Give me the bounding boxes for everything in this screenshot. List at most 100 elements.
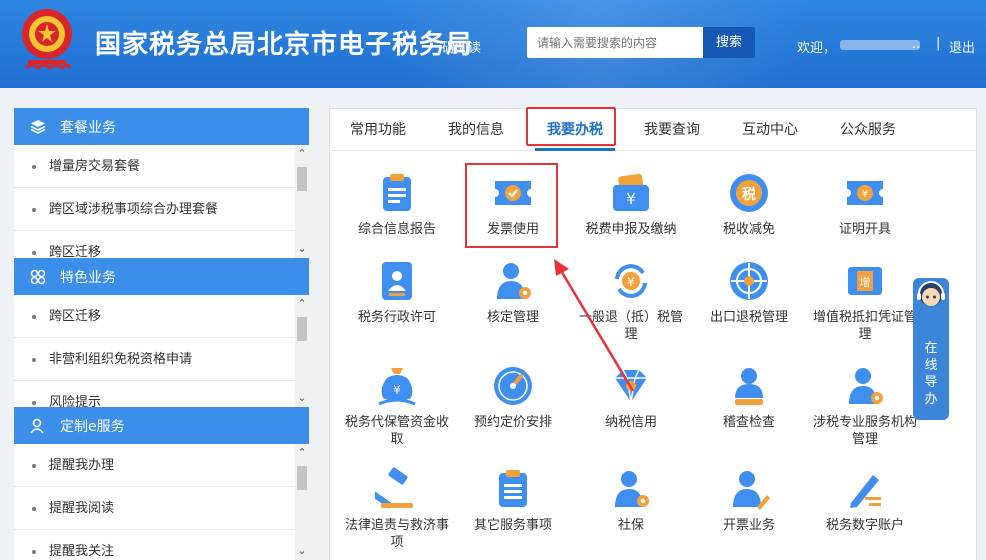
grid-item-label: 税收减免 xyxy=(722,222,775,237)
grid-item-label: 涉税专业服务机构管理 xyxy=(812,415,917,447)
logout-link[interactable]: 退出 xyxy=(949,37,975,56)
grid-item-export-refund[interactable]: 出口退税管理 xyxy=(694,259,804,326)
sidebar-header-label: 定制e服务 xyxy=(60,418,125,435)
yuan-wallet-icon: ¥ xyxy=(613,173,649,211)
search-input[interactable] xyxy=(527,27,703,58)
grid-item-social-security[interactable]: 社保 xyxy=(576,467,686,534)
grid-item-declare-pay[interactable]: ¥ 税费申报及缴纳 xyxy=(576,171,686,238)
grid-item-inspection[interactable]: 稽查检查 xyxy=(694,364,804,431)
list-item[interactable]: 跨区域涉税事项综合办理套餐 xyxy=(14,188,309,231)
scrollbar[interactable]: ⌃ ⌄ xyxy=(295,295,309,407)
clipboard-icon xyxy=(383,174,411,211)
scroll-up-icon[interactable]: ⌃ xyxy=(297,298,307,309)
list-item[interactable]: 提醒我关注 xyxy=(14,530,309,560)
scroll-down-icon[interactable]: ⌄ xyxy=(297,392,307,403)
list-item[interactable]: 风险提示 xyxy=(14,381,309,407)
sidebar-list-custom: 提醒我办理 提醒我阅读 提醒我关注 ⌃ ⌄ xyxy=(14,444,309,560)
grid-item-label: 税务代保管资金收取 xyxy=(344,415,449,447)
list-item[interactable]: 提醒我阅读 xyxy=(14,487,309,530)
sidebar-list-featured: 跨区迁移 非营利组织免税资格申请 风险提示 ⌃ ⌄ xyxy=(14,295,309,407)
accessible-reading-link[interactable]: 碍阅读 xyxy=(442,37,481,56)
scroll-thumb[interactable] xyxy=(297,167,307,191)
grid-item-pricing[interactable]: 预约定价安排 xyxy=(458,364,568,431)
sidebar-section-featured: 特色业务 跨区迁移 非营利组织免税资格申请 风险提示 ⌃ ⌄ xyxy=(14,258,309,407)
scrollbar[interactable]: ⌃ ⌄ xyxy=(295,145,309,258)
grid-item-info-report[interactable]: 综合信息报告 xyxy=(342,171,452,238)
grid-item-certificate[interactable]: ¥ 证明开具 xyxy=(810,171,920,238)
svg-text:¥: ¥ xyxy=(393,383,401,397)
grid-item-digital-account[interactable]: 税务数字账户 xyxy=(810,467,920,534)
scroll-up-icon[interactable]: ⌃ xyxy=(297,148,307,159)
grid-item-credit[interactable]: 纳税信用 xyxy=(576,364,686,431)
welcome-text: 欢迎， xyxy=(797,41,837,56)
tax-coin-icon: 税 xyxy=(730,174,768,212)
sidebar-header-package[interactable]: 套餐业务 xyxy=(14,108,309,145)
grid-item-refund[interactable]: ¥ 一般退（抵）税管理 xyxy=(576,259,686,343)
certificate-ticket-icon: ¥ xyxy=(847,181,883,205)
person-gear-icon xyxy=(497,263,531,299)
list-item[interactable]: 增量房交易套餐 xyxy=(14,145,309,188)
list-item[interactable]: 非营利组织免税资格申请 xyxy=(14,338,309,381)
tab-public-service[interactable]: 公众服务 xyxy=(830,109,906,151)
sidebar-section-custom: 定制e服务 提醒我办理 提醒我阅读 提醒我关注 ⌃ ⌄ xyxy=(14,407,309,560)
scroll-down-icon[interactable]: ⌄ xyxy=(297,243,307,254)
globe-icon xyxy=(730,262,768,300)
search-button[interactable]: 搜索 xyxy=(703,27,755,58)
person-stamp-icon xyxy=(735,368,763,405)
scroll-thumb[interactable] xyxy=(297,317,307,341)
online-guide-button[interactable]: 在线导办 xyxy=(913,278,949,420)
money-bag-icon: ¥ xyxy=(378,368,416,406)
grid-item-other-services[interactable]: 其它服务事项 xyxy=(458,467,568,534)
header-separator: | xyxy=(936,36,941,51)
site-title: 国家税务总局北京市电子税务局 xyxy=(95,30,474,60)
list-item[interactable]: 跨区迁移 xyxy=(14,295,309,338)
tab-query[interactable]: 我要查询 xyxy=(634,109,710,151)
customer-service-avatar-icon xyxy=(917,281,945,306)
grid-item-label: 证明开具 xyxy=(838,222,891,237)
vat-receipt-icon: 增 xyxy=(848,267,882,295)
sidebar-header-label: 特色业务 xyxy=(60,269,116,286)
scroll-down-icon[interactable]: ⌄ xyxy=(297,545,307,556)
username-suffix: .. xyxy=(912,37,921,52)
grid-item-label: 综合信息报告 xyxy=(357,222,436,237)
grid-item-tax-reduction[interactable]: 税 税收减免 xyxy=(694,171,804,238)
site-header: 国家税务总局北京市电子税务局 碍阅读 搜索 欢迎， .. | 退出 xyxy=(0,0,986,88)
grid-item-custody-funds[interactable]: ¥ 税务代保管资金收取 xyxy=(342,364,452,448)
grid-item-service-agency[interactable]: 涉税专业服务机构管理 xyxy=(810,364,920,448)
id-card-icon xyxy=(382,262,412,300)
person-gear-icon xyxy=(615,471,649,507)
tab-interaction[interactable]: 互动中心 xyxy=(732,109,808,151)
svg-text:¥: ¥ xyxy=(626,190,636,208)
active-tab-annotation xyxy=(526,107,616,146)
grid-item-invoicing[interactable]: 开票业务 xyxy=(694,467,804,534)
yuan-refund-icon: ¥ xyxy=(615,264,647,298)
guide-label: 在线导办 xyxy=(924,341,938,407)
scroll-thumb[interactable] xyxy=(297,466,307,490)
username-redacted xyxy=(840,40,920,50)
scroll-up-icon[interactable]: ⌃ xyxy=(297,447,307,458)
active-tab-underline xyxy=(535,148,615,151)
scrollbar[interactable]: ⌃ ⌄ xyxy=(295,444,309,560)
grid-item-label: 开票业务 xyxy=(722,518,775,533)
list-item[interactable]: 跨区迁移 xyxy=(14,231,309,258)
grid-item-admin-license[interactable]: 税务行政许可 xyxy=(342,259,452,326)
tab-my-info[interactable]: 我的信息 xyxy=(438,109,514,151)
grid-item-label: 出口退税管理 xyxy=(709,310,788,325)
sidebar-header-custom[interactable]: 定制e服务 xyxy=(14,407,309,444)
svg-text:税: 税 xyxy=(742,186,756,203)
grid-item-label: 纳税信用 xyxy=(604,415,657,430)
invoice-use-annotation xyxy=(465,163,558,248)
grid-item-verification[interactable]: 核定管理 xyxy=(458,259,568,326)
gavel-icon xyxy=(375,467,413,509)
grid-item-vat-voucher[interactable]: 增 增值税抵扣凭证管理 xyxy=(810,259,920,343)
sidebar-list-package: 增量房交易套餐 跨区域涉税事项综合办理套餐 跨区迁移 ⌃ ⌄ xyxy=(14,145,309,258)
grid-item-legal[interactable]: 法律追责与救济事项 xyxy=(342,467,452,551)
user-icon xyxy=(30,418,44,434)
grid-item-label: 税费申报及缴纳 xyxy=(585,222,677,237)
grid-item-label: 稽查检查 xyxy=(722,415,775,430)
list-item[interactable]: 提醒我办理 xyxy=(14,444,309,487)
grid-item-label: 税务数字账户 xyxy=(825,518,904,533)
tab-common[interactable]: 常用功能 xyxy=(340,109,416,151)
sidebar-header-featured[interactable]: 特色业务 xyxy=(14,258,309,295)
grid-item-label: 其它服务事项 xyxy=(473,518,552,533)
